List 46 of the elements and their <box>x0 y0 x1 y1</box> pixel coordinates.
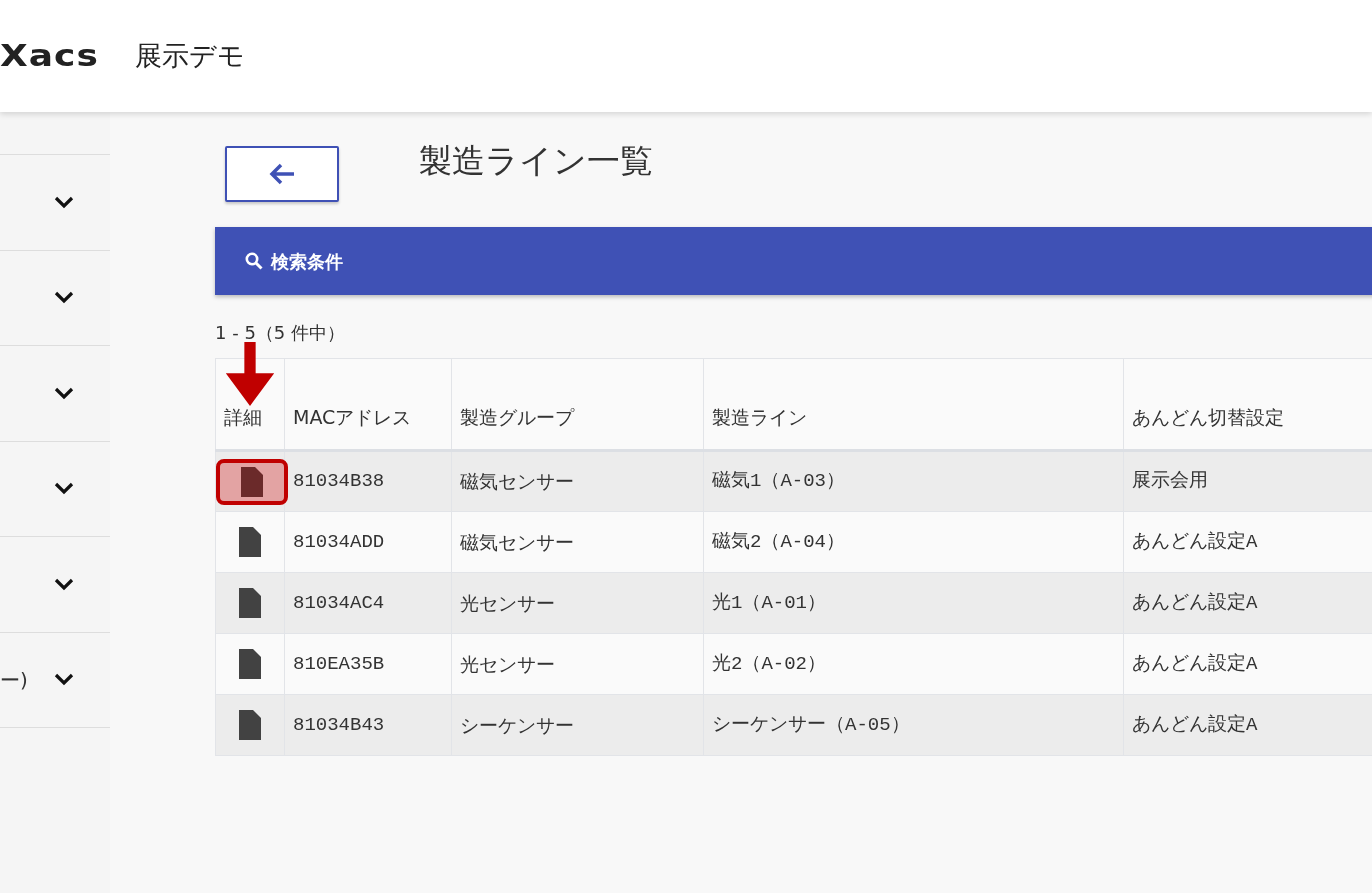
back-arrow-icon <box>268 162 296 186</box>
column-header: 製造ライン <box>703 358 1124 451</box>
column-header: あんどん切替設定 <box>1123 358 1372 451</box>
table-cell: あんどん設定A <box>1123 633 1372 695</box>
chevron-down-icon[interactable] <box>54 482 74 496</box>
sidebar-item[interactable]: ー) <box>0 664 28 695</box>
page-title: 製造ライン一覧 <box>419 141 653 181</box>
table-cell: あんどん設定A <box>1123 572 1372 634</box>
chevron-down-icon[interactable] <box>54 195 74 209</box>
back-button[interactable] <box>225 146 339 202</box>
table-cell: 磁気2（A-04） <box>703 511 1124 573</box>
chevron-down-icon[interactable] <box>54 386 74 400</box>
column-header: 製造グループ <box>451 358 704 451</box>
search-icon <box>245 252 263 270</box>
search-conditions-label: 検索条件 <box>271 249 343 274</box>
chevron-down-icon[interactable] <box>54 577 74 591</box>
chevron-down-icon[interactable] <box>54 673 74 687</box>
document-icon[interactable] <box>239 588 261 618</box>
app-title: 展示デモ <box>134 38 245 73</box>
chevron-down-icon[interactable] <box>54 291 74 305</box>
table-cell: 光1（A-01） <box>703 572 1124 634</box>
table-cell: シーケンサー <box>451 694 704 756</box>
table-cell: 810EA35B <box>284 633 452 695</box>
table-cell: 磁気センサー <box>451 450 704 512</box>
logo: Xacs <box>0 37 99 75</box>
table-cell: 光センサー <box>451 633 704 695</box>
table-cell: あんどん設定A <box>1123 694 1372 756</box>
table-cell: 光センサー <box>451 572 704 634</box>
table-cell: 光2（A-02） <box>703 633 1124 695</box>
document-icon[interactable] <box>239 710 261 740</box>
document-icon[interactable] <box>241 466 263 497</box>
table-cell: 81034B43 <box>284 694 452 756</box>
table-cell: あんどん設定A <box>1123 511 1372 573</box>
document-icon[interactable] <box>239 649 261 679</box>
table-cell: 81034B38 <box>284 450 452 512</box>
table-cell: 81034ADD <box>284 511 452 573</box>
table-cell: シーケンサー（A-05） <box>703 694 1124 756</box>
table-cell: 81034AC4 <box>284 572 452 634</box>
table-cell: 磁気1（A-03） <box>703 450 1124 512</box>
document-icon[interactable] <box>239 527 261 557</box>
table-cell: 磁気センサー <box>451 511 704 573</box>
down-arrow-icon <box>225 342 275 406</box>
result-count: 1 - 5（5 件中） <box>215 321 347 345</box>
table-cell: 展示会用 <box>1123 450 1372 512</box>
column-header: MACアドレス <box>284 358 452 451</box>
search-conditions-bar[interactable]: 検索条件 <box>215 227 1372 295</box>
